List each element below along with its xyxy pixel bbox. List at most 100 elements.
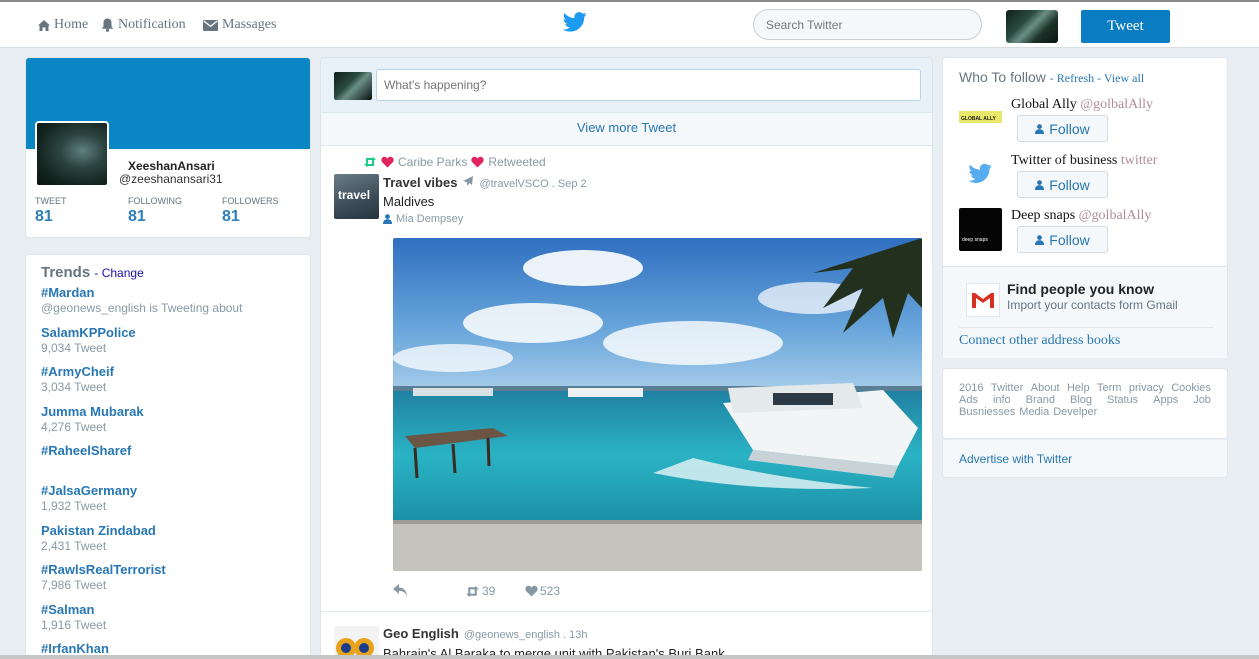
trend-name[interactable]: Jumma Mubarak <box>41 404 144 419</box>
footer-link[interactable]: Job <box>1193 394 1211 406</box>
twitter-bird-logo-icon[interactable] <box>562 12 587 37</box>
trend-name[interactable]: Pakistan Zindabad <box>41 523 156 538</box>
suggestion-avatar-text: deep snaps <box>962 237 988 243</box>
trend-name[interactable]: #JalsaGermany <box>41 483 137 498</box>
footer-links-card: 2016 Twitter About Help Term privacy Coo… <box>942 368 1228 439</box>
stat-tweets[interactable]: Tweet 81 <box>35 196 67 226</box>
trend-name[interactable]: #RawlsRealTerrorist <box>41 562 166 577</box>
find-people-subtitle: Import your contacts form Gmail <box>1007 298 1178 312</box>
suggestion-name[interactable]: Global Ally @golbalAlly <box>1011 97 1153 113</box>
trend-subtext: 1,916 Tweet <box>41 618 107 632</box>
suggestion-avatar[interactable] <box>959 152 1002 195</box>
tweet-button[interactable]: Tweet <box>1081 10 1170 43</box>
follow-button[interactable]: Follow <box>1017 171 1108 198</box>
follow-button[interactable]: Follow <box>1017 115 1108 142</box>
profile-name[interactable]: XeeshanAnsari <box>128 159 215 173</box>
trend-subtext: 9,034 Tweet <box>41 341 107 355</box>
stat-following[interactable]: Following 81 <box>128 196 182 226</box>
suggestion-display-name: Deep snaps <box>1011 208 1076 223</box>
trend-name[interactable]: SalamKPPolice <box>41 325 136 340</box>
suggestion-avatar-text: GLOBAL ALLY <box>961 116 996 122</box>
tweet-author-avatar[interactable]: travel <box>334 174 379 219</box>
footer-link[interactable]: Develper <box>1053 406 1097 418</box>
horizontal-scrollbar[interactable] <box>0 655 1259 659</box>
trend-name[interactable]: #ArmyCheif <box>41 364 114 379</box>
stat-followers[interactable]: Followers 81 <box>222 196 279 226</box>
trend-item[interactable]: Jumma Mubarak 4,276 Tweet <box>41 404 144 434</box>
refresh-link[interactable]: Refresh <box>1057 71 1094 85</box>
suggestion-name[interactable]: Deep snaps @golbalAlly <box>1011 208 1151 224</box>
airplane-icon <box>463 176 474 186</box>
gmail-icon[interactable] <box>966 283 1000 317</box>
profile-handle[interactable]: @zeeshanansari31 <box>119 172 223 186</box>
profile-avatar-small[interactable] <box>1006 10 1058 43</box>
footer-link[interactable]: info <box>993 394 1011 406</box>
suggestion-handle: twitter <box>1120 153 1158 168</box>
retweet-source[interactable]: Caribe Parks <box>398 155 467 169</box>
like-action[interactable]: 523 <box>525 584 560 598</box>
view-more-tweets-link[interactable]: View more Tweet <box>320 113 933 146</box>
nav-home[interactable]: Home <box>38 17 88 33</box>
footer-link[interactable]: Busniesses <box>959 406 1015 418</box>
trend-subtext: 2,431 Tweet <box>41 539 107 553</box>
view-all-link[interactable]: View all <box>1104 71 1144 85</box>
trend-name[interactable]: #Salman <box>41 602 106 617</box>
footer-links: 2016 Twitter About Help Term privacy Coo… <box>959 382 1211 418</box>
footer-link[interactable]: Cookies <box>1171 382 1211 394</box>
footer-link[interactable]: Status <box>1107 394 1138 406</box>
nav-notification[interactable]: Notification <box>101 17 186 33</box>
footer-link[interactable]: About <box>1031 382 1060 394</box>
stat-following-value: 81 <box>128 208 146 225</box>
suggestion-display-name: Global Ally <box>1011 97 1077 112</box>
find-people-title[interactable]: Find people you know <box>1007 281 1154 297</box>
trend-item[interactable]: #JalsaGermany 1,932 Tweet <box>41 483 137 513</box>
composer-avatar <box>334 72 372 100</box>
trend-item[interactable]: #RawlsRealTerrorist 7,986 Tweet <box>41 562 166 592</box>
trends-change-link[interactable]: Change <box>102 266 144 280</box>
footer-link[interactable]: Ads <box>959 394 978 406</box>
trend-item[interactable]: #Salman 1,916 Tweet <box>41 602 106 632</box>
tweet-author-handle[interactable]: @geonews_english . 13h <box>464 629 588 641</box>
trend-item[interactable]: #Mardan @geonews_english is Tweeting abo… <box>41 285 242 315</box>
footer-link[interactable]: Apps <box>1153 394 1178 406</box>
trend-name[interactable]: #RaheelSharef <box>41 443 131 458</box>
tweet-author-name[interactable]: Travel vibes <box>383 175 457 190</box>
compose-tweet-input[interactable] <box>376 69 921 101</box>
footer-link[interactable]: Blog <box>1070 394 1092 406</box>
trend-item[interactable]: Pakistan Zindabad 2,431 Tweet <box>41 523 156 553</box>
stat-followers-value: 81 <box>222 208 240 225</box>
tweet-divider <box>321 611 932 612</box>
suggestion-avatar[interactable]: deep snaps <box>959 208 1002 251</box>
trend-item[interactable]: SalamKPPolice 9,034 Tweet <box>41 325 136 355</box>
follow-button[interactable]: Follow <box>1017 226 1108 253</box>
search-input[interactable] <box>753 9 982 40</box>
nav-home-label: Home <box>54 17 89 32</box>
reply-action[interactable] <box>393 584 407 596</box>
footer-link[interactable]: Help <box>1067 382 1090 394</box>
tweet-author-handle[interactable]: @travelVSCO . Sep 2 <box>479 178 586 190</box>
tweet-photo[interactable] <box>393 238 922 571</box>
footer-link[interactable]: privacy <box>1129 382 1164 394</box>
footer-link[interactable]: Media <box>1019 406 1049 418</box>
trend-item[interactable]: #ArmyCheif 3,034 Tweet <box>41 364 114 394</box>
advertise-link[interactable]: Advertise with Twitter <box>959 452 1072 466</box>
heart-icon <box>471 156 484 168</box>
trend-subtext: 7,986 Tweet <box>41 578 107 592</box>
footer-link[interactable]: Brand <box>1026 394 1055 406</box>
trend-name[interactable]: #Mardan <box>41 285 242 300</box>
footer-link[interactable]: Term <box>1097 382 1121 394</box>
trend-item[interactable]: #RaheelSharef <box>41 443 131 459</box>
tweet-tagged-user[interactable]: Mia Dempsey <box>383 213 463 225</box>
nav-messages[interactable]: Massages <box>203 17 276 33</box>
suggestion-name[interactable]: Twitter of business twitter <box>1011 153 1157 169</box>
avatar-text: travel <box>338 188 371 202</box>
trend-name[interactable]: #IrfanKhan <box>41 641 109 656</box>
suggestion-avatar[interactable]: GLOBAL ALLY <box>959 96 1002 139</box>
connect-address-books-link[interactable]: Connect other address books <box>959 333 1120 349</box>
footer-link[interactable]: Twitter <box>991 382 1023 394</box>
profile-avatar[interactable] <box>35 121 109 187</box>
stat-followers-label: Followers <box>222 196 279 206</box>
follow-label: Follow <box>1049 176 1090 193</box>
tweet-author-name[interactable]: Geo English <box>383 626 459 641</box>
retweet-action[interactable]: 39 <box>465 584 495 598</box>
